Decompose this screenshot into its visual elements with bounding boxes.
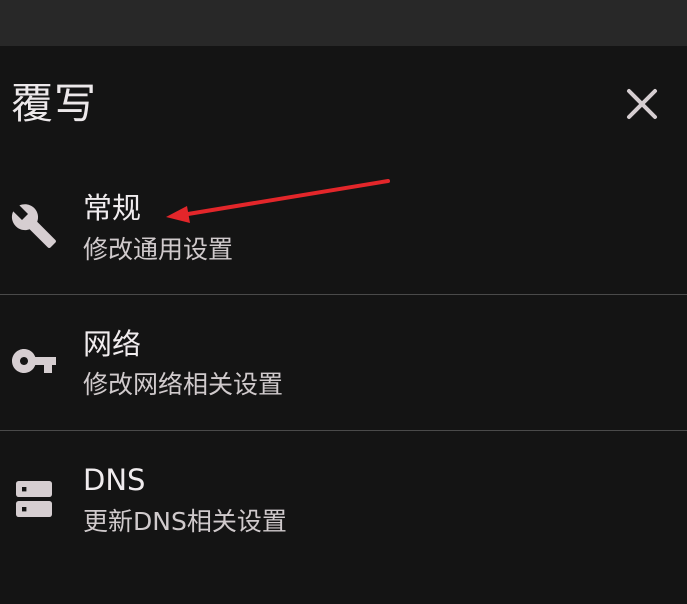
item-title: DNS (83, 463, 146, 497)
dns-server-icon (10, 475, 58, 523)
item-subtitle: 更新DNS相关设置 (83, 507, 287, 536)
key-icon (10, 337, 58, 385)
close-icon (627, 89, 657, 119)
wrench-icon (10, 202, 58, 250)
page-title: 覆写 (11, 79, 98, 128)
settings-item-network[interactable]: 网络 修改网络相关设置 (0, 295, 687, 431)
top-bar (0, 0, 687, 46)
item-subtitle: 修改通用设置 (83, 235, 234, 264)
item-subtitle: 修改网络相关设置 (83, 370, 284, 399)
close-button[interactable] (616, 78, 668, 130)
item-title: 常规 (83, 191, 142, 225)
settings-item-dns[interactable]: DNS 更新DNS相关设置 (0, 431, 687, 567)
dialog-header: 覆写 (0, 46, 687, 156)
item-title: 网络 (83, 327, 142, 361)
settings-item-general[interactable]: 常规 修改通用设置 (0, 158, 687, 294)
